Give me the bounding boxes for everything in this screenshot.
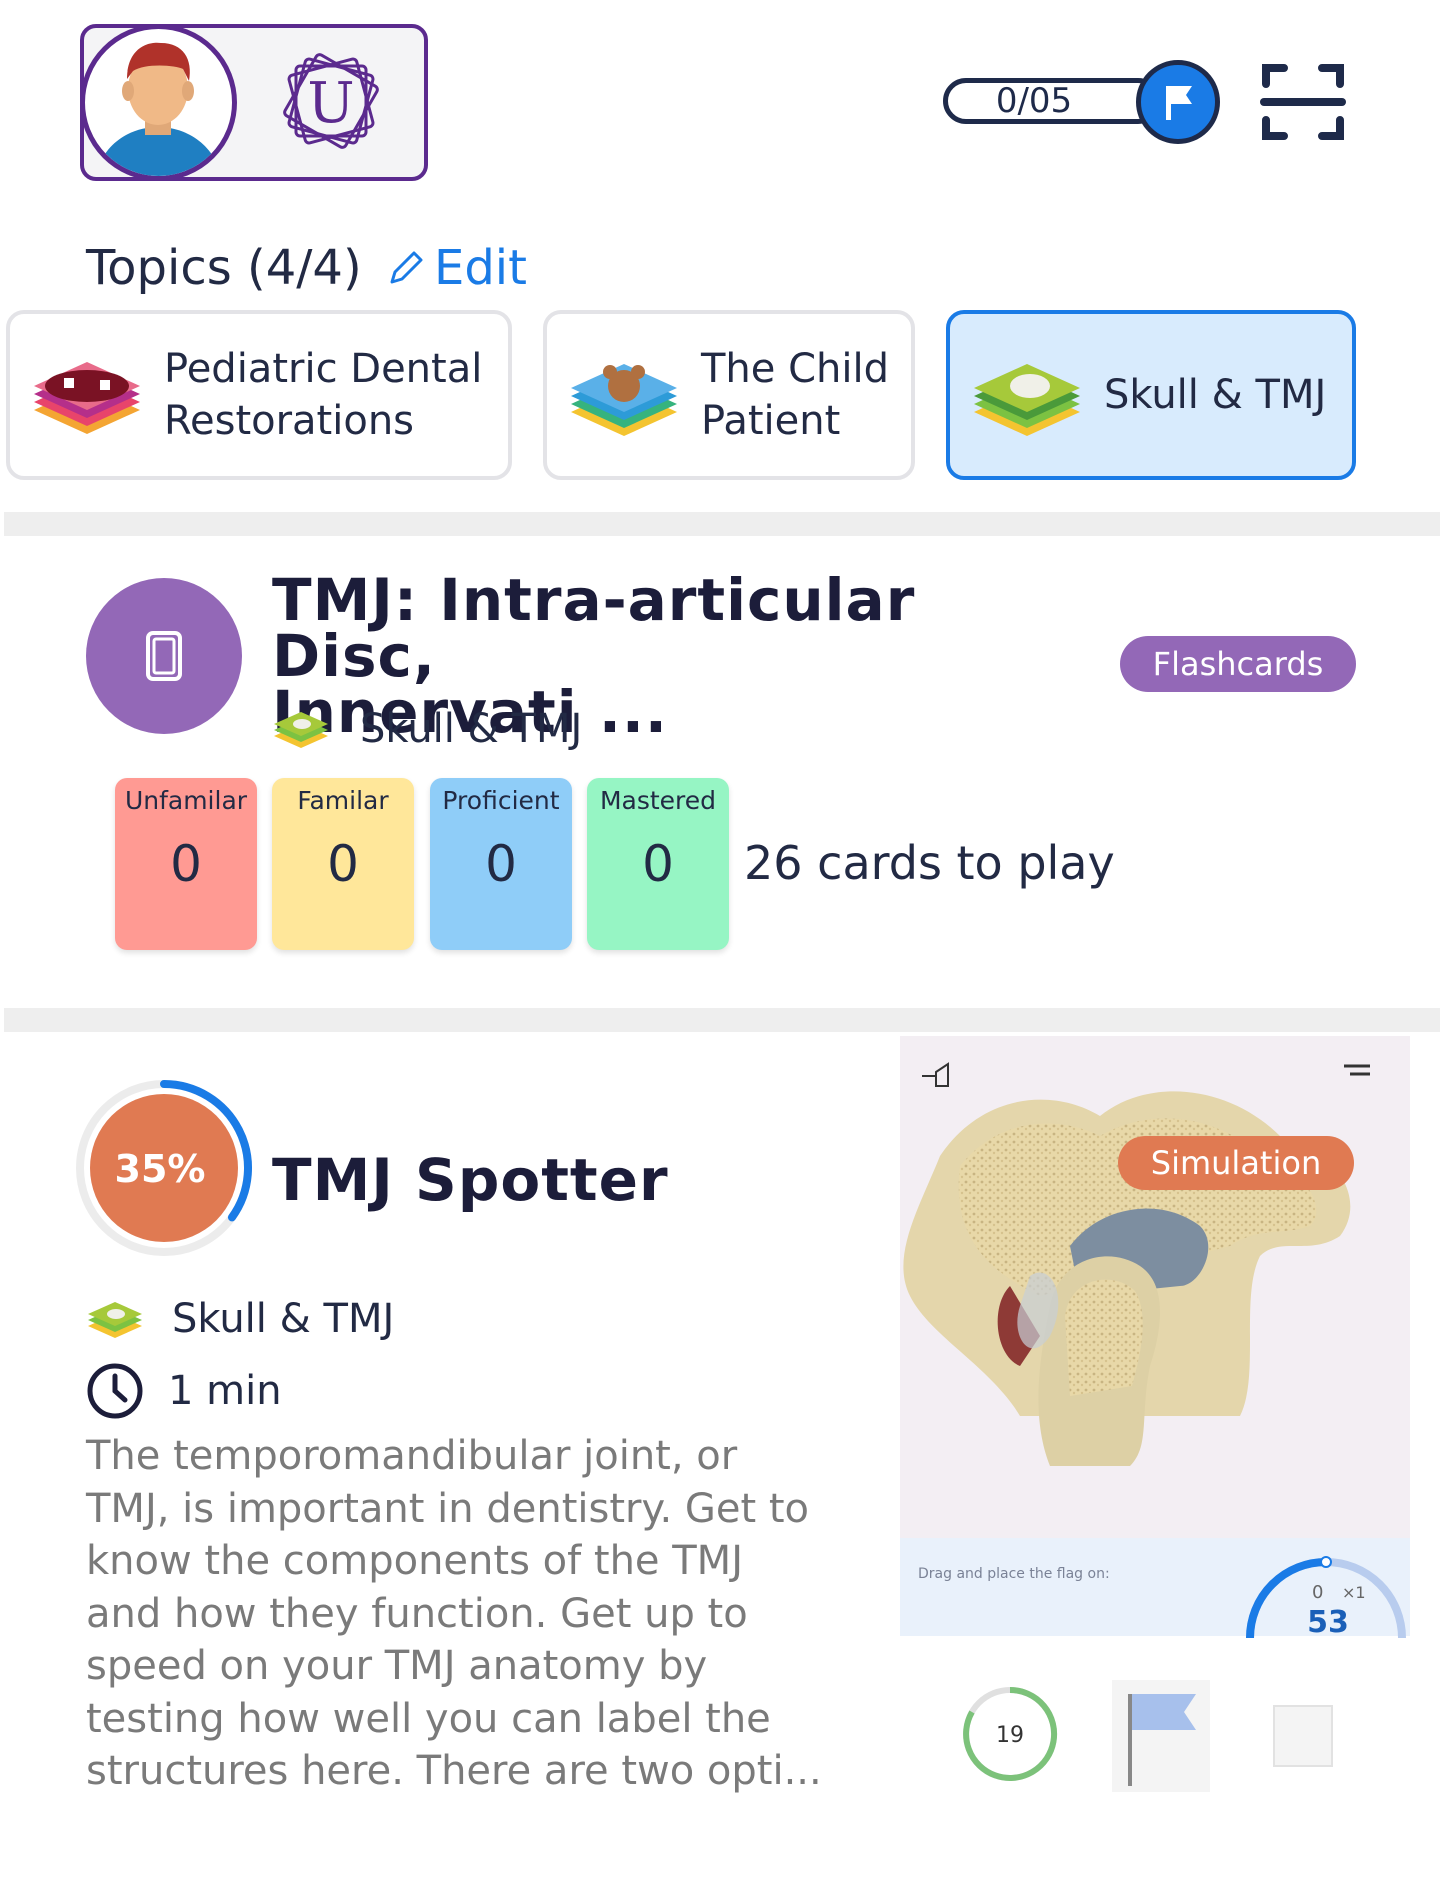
simulation-badge: Simulation xyxy=(1118,1136,1354,1190)
gauge-tick-right: ×1 xyxy=(1342,1583,1366,1602)
topic-card-skull-tmj[interactable]: Skull & TMJ xyxy=(946,310,1356,480)
stat-mastered: Mastered 0 xyxy=(587,778,729,950)
timer-value: 19 xyxy=(996,1723,1024,1748)
title-line1: TMJ: Intra-articular Disc, xyxy=(272,566,916,690)
topic-title-line1: Pediatric Dental xyxy=(164,346,483,392)
topic-stack-icon xyxy=(571,364,677,436)
simulation-description: The temporomandibular joint, or TMJ, is … xyxy=(86,1433,822,1794)
stat-familiar: Familar 0 xyxy=(272,778,414,950)
simulation-hint: Drag and place the flag on: xyxy=(918,1566,1110,1582)
topic-name: Skull & TMJ xyxy=(172,1296,395,1342)
stat-label: Unfamilar xyxy=(124,786,248,815)
topic-name: Skull & TMJ xyxy=(360,706,583,752)
stat-label: Familar xyxy=(297,786,389,815)
topic-stack-icon xyxy=(274,712,328,748)
gauge-value: 53 xyxy=(1307,1605,1349,1640)
gauge-tick-left: 0 xyxy=(1312,1582,1323,1603)
topic-stack-icon xyxy=(34,362,140,434)
flashcards-badge: Flashcards xyxy=(1120,636,1356,692)
duration-text: 1 min xyxy=(168,1368,282,1414)
stat-value: 0 xyxy=(485,835,517,893)
stat-label: Proficient xyxy=(442,786,560,815)
pencil-icon xyxy=(390,251,423,284)
stat-value: 0 xyxy=(642,835,674,893)
stat-value: 0 xyxy=(170,835,202,893)
progress-text: 0/05 xyxy=(995,81,1073,121)
simulation-preview[interactable] xyxy=(900,1036,1410,1636)
stat-label: Mastered xyxy=(599,786,717,815)
section-divider xyxy=(4,1008,1440,1032)
stat-proficient: Proficient 0 xyxy=(430,778,572,950)
user-avatar[interactable] xyxy=(80,24,237,181)
daily-goal-progress[interactable]: 0/05 xyxy=(943,78,1161,124)
topic-stack-icon xyxy=(974,364,1080,436)
topic-title-line1: The Child xyxy=(701,346,890,392)
flag-icon[interactable] xyxy=(1136,60,1220,144)
simulation-title[interactable]: TMJ Spotter xyxy=(272,1146,669,1214)
edit-label: Edit xyxy=(434,240,527,296)
avatar-illustration xyxy=(95,42,222,176)
progress-label: 35% xyxy=(115,1147,206,1191)
clock-icon xyxy=(87,1363,143,1419)
topic-title-line1: Skull & TMJ xyxy=(1104,372,1327,418)
duration: 1 min xyxy=(86,1362,282,1420)
simulation-topic: Skull & TMJ xyxy=(86,1296,394,1342)
topic-card-child-patient[interactable]: The Child Patient xyxy=(543,310,915,480)
stat-value: 0 xyxy=(327,835,359,893)
edit-topics-button[interactable]: Edit xyxy=(386,240,527,296)
topic-stack-icon xyxy=(88,1302,142,1338)
tmj-anatomy-illustration xyxy=(900,1036,1410,1636)
stat-unfamiliar: Unfamilar 0 xyxy=(115,778,257,950)
scan-icon[interactable] xyxy=(1260,62,1346,142)
flashcard-icon xyxy=(86,578,242,734)
topic-title-line2: Patient xyxy=(701,398,841,444)
topics-heading: Topics (4/4) xyxy=(86,240,362,296)
deck-topic: Skull & TMJ xyxy=(272,706,582,752)
simulation-progress-ring: 35% xyxy=(76,1080,252,1256)
badge-letter: U xyxy=(307,71,354,136)
simulation-preview-controls: 19 xyxy=(900,1640,1410,1820)
university-badge-icon[interactable]: U xyxy=(280,46,382,156)
section-divider xyxy=(4,512,1440,536)
score-gauge: 0 ×1 53 xyxy=(1246,1556,1406,1640)
cards-to-play: 26 cards to play xyxy=(744,836,1115,890)
topic-card-pediatric-dental[interactable]: Pediatric Dental Restorations xyxy=(6,310,512,480)
topic-title-line2: Restorations xyxy=(164,398,415,444)
